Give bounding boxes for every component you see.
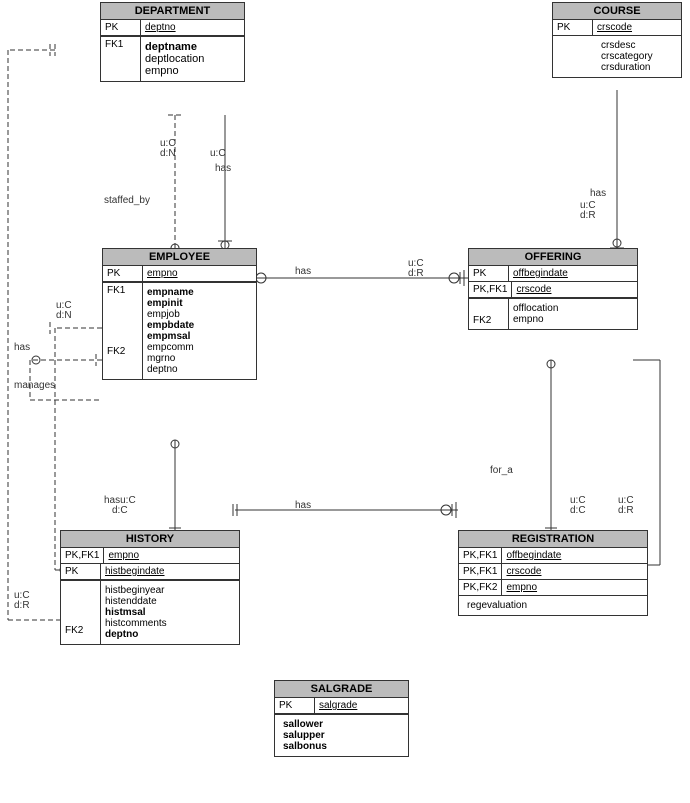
label-dr-emp-off: d:R: [408, 268, 424, 279]
history-pk2-label: PK: [61, 564, 101, 579]
diagram: COURSE PK crscode crsdesc crscategory cr…: [0, 0, 690, 803]
offering-fk2-label: FK2: [473, 315, 504, 326]
offering-pk1-label: PK: [469, 266, 509, 281]
history-pk2-field: histbegindate: [101, 564, 169, 579]
salgrade-attr-2: salupper: [283, 730, 404, 741]
label-for-a: for_a: [490, 465, 513, 476]
registration-header: REGISTRATION: [459, 531, 647, 548]
reg-pk3-label: PK,FK2: [459, 580, 502, 595]
label-dn-dept-emp1: d:N: [160, 148, 176, 159]
history-attr-1: histbeginyear: [105, 585, 167, 596]
entity-salgrade: SALGRADE PK salgrade sallower salupper s…: [274, 680, 409, 757]
emp-attr-deptno: deptno: [147, 364, 194, 375]
history-header: HISTORY: [61, 531, 239, 548]
label-dr-off-reg2: d:R: [618, 505, 634, 516]
reg-pk2-label: PK,FK1: [459, 564, 502, 579]
dept-pk: PK deptno: [101, 20, 244, 36]
emp-attr-empjob: empjob: [147, 309, 194, 320]
offering-pk2-field: crscode: [512, 282, 555, 297]
course-attr-1: crsdesc: [601, 40, 677, 51]
dept-attr-2: deptlocation: [145, 53, 204, 65]
offering-attr-1: offlocation: [513, 303, 558, 314]
reg-attr-1: regevaluation: [467, 600, 643, 611]
emp-attr-empcomm: empcomm: [147, 342, 194, 353]
label-has-hist-reg: has: [295, 500, 311, 511]
history-pk1-field: empno: [104, 548, 143, 563]
course-header: COURSE: [553, 3, 681, 20]
course-attrs: crsdesc crscategory crsduration: [553, 36, 681, 77]
reg-pk1-field: offbegindate: [502, 548, 565, 563]
reg-pk1-label: PK,FK1: [459, 548, 502, 563]
label-dr-dept-hist: d:R: [14, 600, 30, 611]
offering-attr-2: empno: [513, 314, 558, 325]
history-attr-2: histenddate: [105, 596, 167, 607]
emp-pk: PK empno: [103, 266, 256, 282]
course-pk: PK crscode: [553, 20, 681, 36]
emp-fk2-label: FK2: [107, 346, 138, 357]
dept-pk-label: PK: [101, 20, 141, 35]
course-attr-2: crscategory: [601, 51, 677, 62]
emp-pk-label: PK: [103, 266, 143, 281]
label-dr-course-off: d:R: [580, 210, 596, 221]
label-has-left: has: [14, 342, 30, 353]
salgrade-pk-field: salgrade: [315, 698, 361, 713]
salgrade-attr-1: sallower: [283, 719, 404, 730]
offering-header: OFFERING: [469, 249, 637, 266]
history-fk2-label: FK2: [65, 625, 96, 636]
emp-attr-empbdate: empbdate: [147, 320, 194, 331]
label-dn-left: d:N: [56, 310, 72, 321]
entity-registration: REGISTRATION PK,FK1 offbegindate PK,FK1 …: [458, 530, 648, 616]
history-attr-4: histcomments: [105, 618, 167, 629]
emp-attr-mgrno: mgrno: [147, 353, 194, 364]
label-uc-dept-emp2: u:C: [210, 148, 226, 159]
label-dr-off-reg1: d:C: [570, 505, 586, 516]
dept-header: DEPARTMENT: [101, 3, 244, 20]
course-attr-3: crsduration: [601, 62, 677, 73]
entity-offering: OFFERING PK offbegindate PK,FK1 crscode …: [468, 248, 638, 330]
reg-pk2-field: crscode: [502, 564, 545, 579]
history-attr-5: deptno: [105, 629, 167, 640]
entity-course: COURSE PK crscode crsdesc crscategory cr…: [552, 2, 682, 78]
emp-header: EMPLOYEE: [103, 249, 256, 266]
emp-attr-empinit: empinit: [147, 298, 194, 309]
salgrade-attr-3: salbonus: [283, 741, 404, 752]
entity-employee: EMPLOYEE PK empno FK1 FK2 empname empini…: [102, 248, 257, 380]
emp-fk1-label: FK1: [107, 285, 138, 296]
history-attr-3: histmsal: [105, 607, 167, 618]
label-manages: manages: [14, 380, 55, 391]
dept-pk-field: deptno: [141, 20, 180, 35]
label-has-course: has: [590, 188, 606, 199]
label-has-emp-off: has: [295, 266, 311, 277]
dept-attr-1: deptname: [145, 41, 204, 53]
offering-pk2-label: PK,FK1: [469, 282, 512, 297]
salgrade-pk-label: PK: [275, 698, 315, 713]
entity-department: DEPARTMENT PK deptno FK1 deptname deptlo…: [100, 2, 245, 82]
emp-attr-empmsal: empmsal: [147, 331, 194, 342]
label-staffed-by: staffed_by: [104, 195, 150, 206]
label-has-dept: has: [215, 163, 231, 174]
label-dc: d:C: [112, 505, 128, 516]
dept-fk1-label: FK1: [101, 37, 141, 81]
entity-history: HISTORY PK,FK1 empno PK histbegindate FK…: [60, 530, 240, 645]
salgrade-header: SALGRADE: [275, 681, 408, 698]
emp-pk-field: empno: [143, 266, 182, 281]
history-pk1-label: PK,FK1: [61, 548, 104, 563]
dept-attr-3: empno: [145, 65, 204, 77]
offering-pk1-field: offbegindate: [509, 266, 572, 281]
course-pk-field: crscode: [593, 20, 636, 35]
reg-pk3-field: empno: [502, 580, 541, 595]
course-pk-label: PK: [553, 20, 593, 35]
emp-attr-empname: empname: [147, 287, 194, 298]
salgrade-pk: PK salgrade: [275, 698, 408, 714]
